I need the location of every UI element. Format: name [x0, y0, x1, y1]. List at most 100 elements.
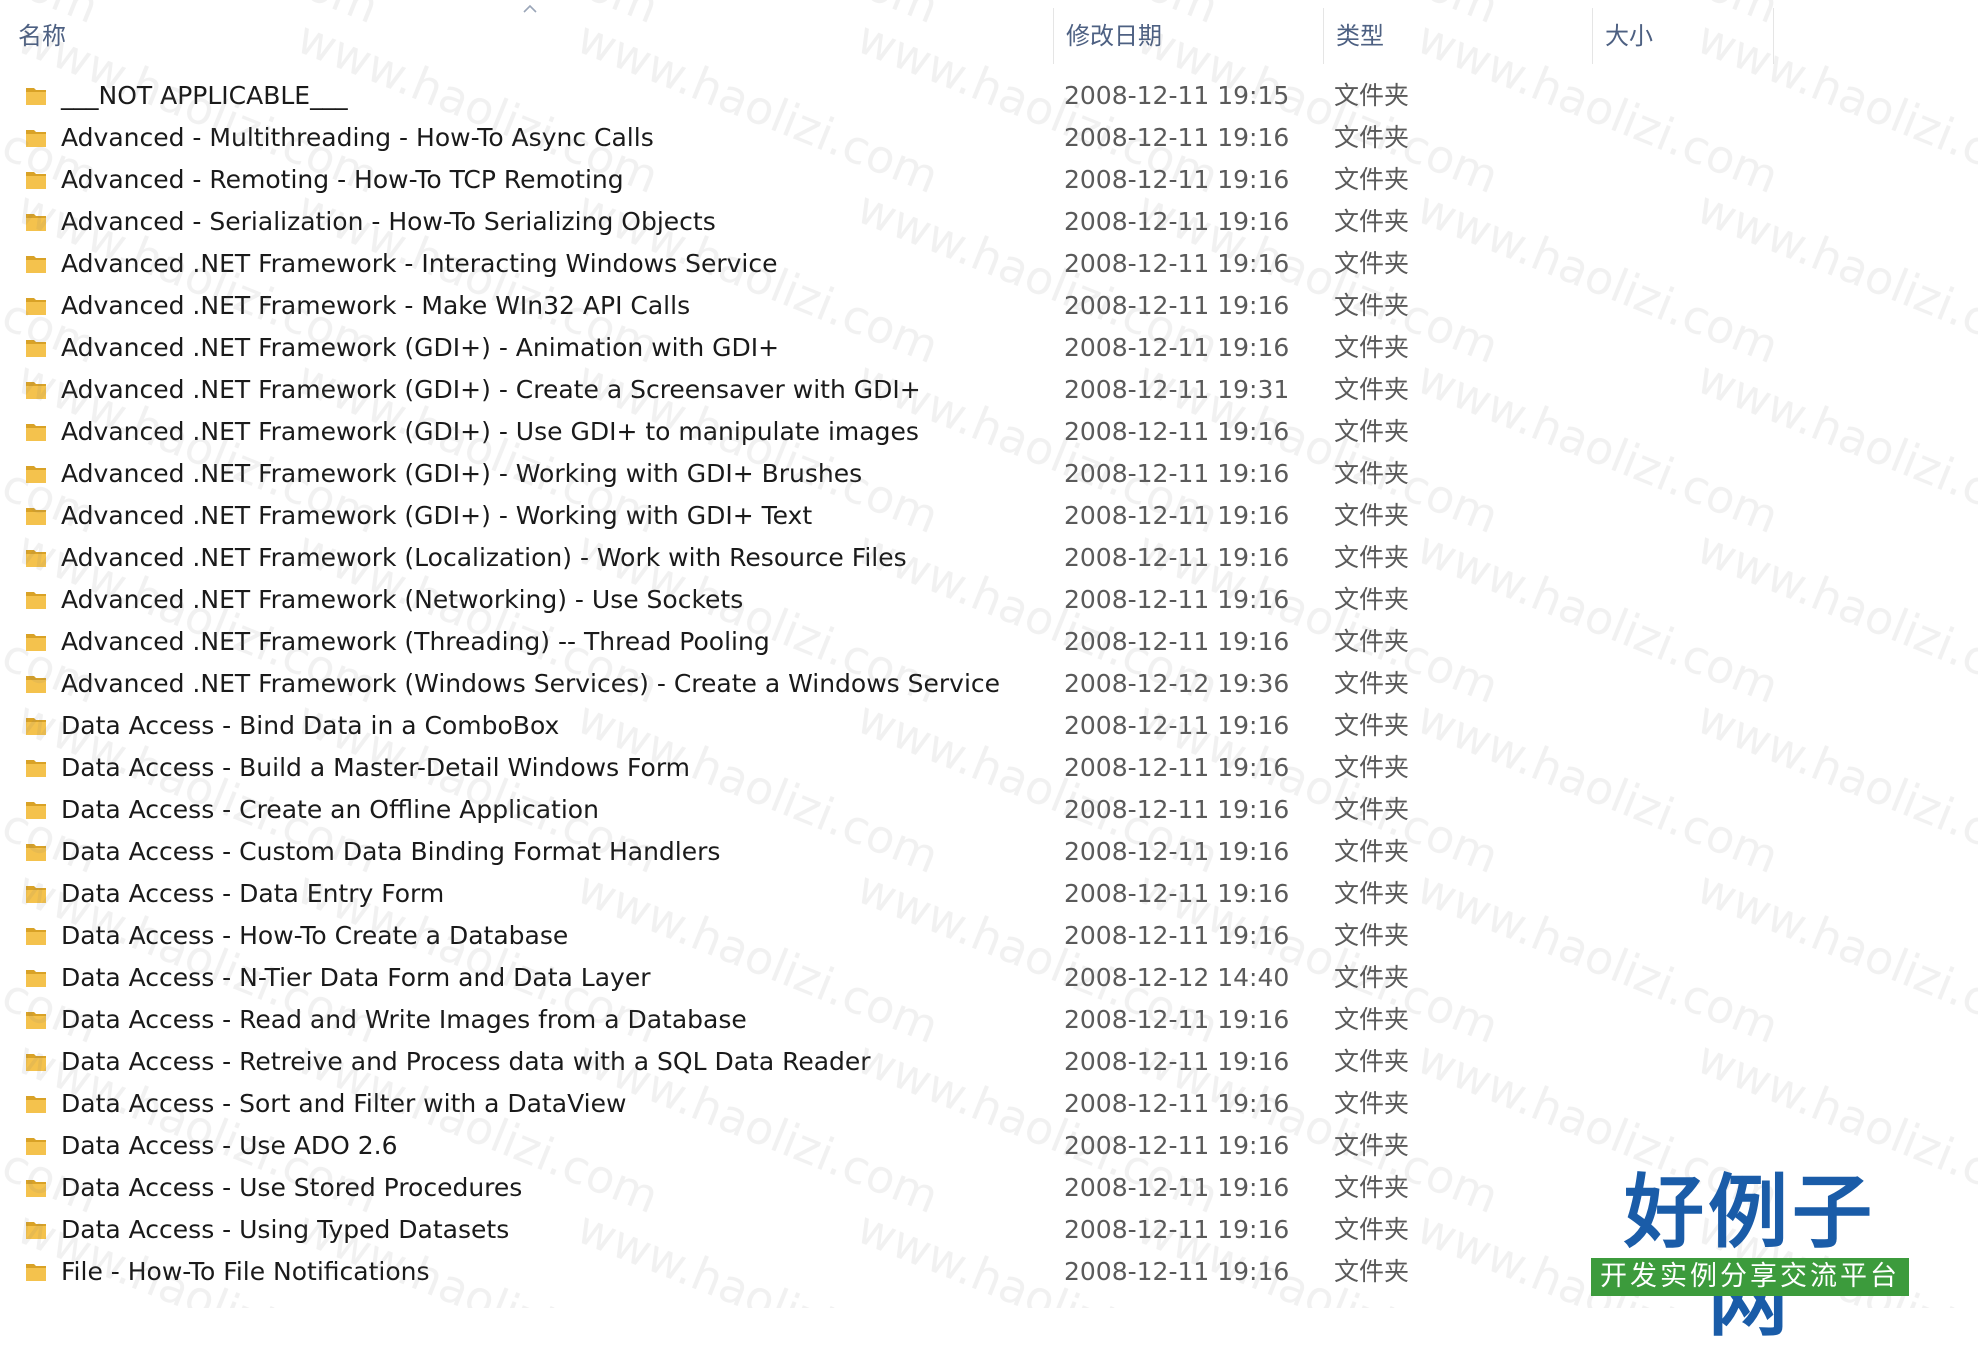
file-row[interactable]: ___NOT APPLICABLE___ 2008-12-11 19:15 文件夹 — [0, 75, 1978, 117]
file-row[interactable]: Advanced .NET Framework (Threading) -- T… — [0, 621, 1978, 663]
file-name[interactable]: Data Access - N-Tier Data Form and Data … — [61, 957, 651, 999]
folder-icon — [24, 1167, 54, 1209]
file-name[interactable]: File - How-To File Notifications — [61, 1251, 430, 1293]
file-name[interactable]: Data Access - Build a Master-Detail Wind… — [61, 747, 690, 789]
file-name[interactable]: ___NOT APPLICABLE___ — [61, 75, 348, 117]
file-name[interactable]: Data Access - Retreive and Process data … — [61, 1041, 871, 1083]
file-name[interactable]: Advanced - Multithreading - How-To Async… — [61, 117, 654, 159]
column-divider[interactable] — [1773, 8, 1774, 64]
file-name[interactable]: Data Access - Bind Data in a ComboBox — [61, 705, 559, 747]
file-name[interactable]: Advanced .NET Framework (Localization) -… — [61, 537, 907, 579]
file-date-modified: 2008-12-12 19:36 — [1064, 669, 1290, 698]
file-type: 文件夹 — [1334, 921, 1410, 950]
folder-icon — [24, 1125, 54, 1167]
file-row[interactable]: Data Access - Read and Write Images from… — [0, 999, 1978, 1041]
file-type: 文件夹 — [1334, 1047, 1410, 1076]
file-row[interactable]: Data Access - Custom Data Binding Format… — [0, 831, 1978, 873]
folder-icon — [24, 117, 54, 159]
file-row[interactable]: Data Access - Sort and Filter with a Dat… — [0, 1083, 1978, 1125]
file-name[interactable]: Data Access - Using Typed Datasets — [61, 1209, 509, 1251]
folder-icon — [24, 957, 54, 999]
file-row[interactable]: Advanced .NET Framework (Localization) -… — [0, 537, 1978, 579]
file-date-modified: 2008-12-11 19:16 — [1064, 921, 1290, 950]
file-date-modified: 2008-12-11 19:16 — [1064, 585, 1290, 614]
file-date-modified: 2008-12-11 19:16 — [1064, 1047, 1290, 1076]
file-name[interactable]: Data Access - Custom Data Binding Format… — [61, 831, 720, 873]
folder-icon — [24, 999, 54, 1041]
file-row[interactable]: Data Access - Build a Master-Detail Wind… — [0, 747, 1978, 789]
file-type: 文件夹 — [1334, 1173, 1410, 1202]
file-type: 文件夹 — [1334, 669, 1410, 698]
file-row[interactable]: Advanced - Remoting - How-To TCP Remotin… — [0, 159, 1978, 201]
file-name[interactable]: Data Access - Data Entry Form — [61, 873, 444, 915]
file-type: 文件夹 — [1334, 627, 1410, 656]
file-name[interactable]: Advanced .NET Framework (GDI+) - Animati… — [61, 327, 779, 369]
file-name[interactable]: Data Access - How-To Create a Database — [61, 915, 568, 957]
folder-icon — [24, 159, 54, 201]
folder-icon — [24, 579, 54, 621]
file-row[interactable]: Data Access - Data Entry Form 2008-12-11 … — [0, 873, 1978, 915]
column-header: 名称 修改日期 类型 大小 — [0, 0, 1978, 72]
column-header-date-modified[interactable]: 修改日期 — [1048, 0, 1323, 72]
file-name[interactable]: Advanced .NET Framework (GDI+) - Create … — [61, 369, 921, 411]
file-date-modified: 2008-12-11 19:16 — [1064, 459, 1290, 488]
file-name[interactable]: Data Access - Sort and Filter with a Dat… — [61, 1083, 626, 1125]
file-type: 文件夹 — [1334, 753, 1410, 782]
file-type: 文件夹 — [1334, 795, 1410, 824]
file-row[interactable]: Data Access - Retreive and Process data … — [0, 1041, 1978, 1083]
file-type: 文件夹 — [1334, 501, 1410, 530]
file-row[interactable]: Advanced .NET Framework (GDI+) - Working… — [0, 453, 1978, 495]
file-row[interactable]: Advanced .NET Framework - Make WIn32 API… — [0, 285, 1978, 327]
file-name[interactable]: Advanced .NET Framework - Make WIn32 API… — [61, 285, 690, 327]
column-header-type[interactable]: 类型 — [1318, 0, 1588, 72]
file-name[interactable]: Advanced .NET Framework (Threading) -- T… — [61, 621, 770, 663]
file-type: 文件夹 — [1334, 165, 1410, 194]
file-row[interactable]: Data Access - Create an Offline Applicat… — [0, 789, 1978, 831]
file-name[interactable]: Advanced - Serialization - How-To Serial… — [61, 201, 716, 243]
file-row[interactable]: Advanced .NET Framework (GDI+) - Use GDI… — [0, 411, 1978, 453]
file-date-modified: 2008-12-11 19:16 — [1064, 1005, 1290, 1034]
file-name[interactable]: Advanced .NET Framework - Interacting Wi… — [61, 243, 778, 285]
file-date-modified: 2008-12-11 19:16 — [1064, 1257, 1290, 1286]
file-date-modified: 2008-12-11 19:16 — [1064, 249, 1290, 278]
file-name[interactable]: Data Access - Use ADO 2.6 — [61, 1125, 398, 1167]
file-type: 文件夹 — [1334, 963, 1410, 992]
file-date-modified: 2008-12-11 19:16 — [1064, 1089, 1290, 1118]
file-name[interactable]: Advanced .NET Framework (Networking) - U… — [61, 579, 743, 621]
file-row[interactable]: Advanced .NET Framework (Networking) - U… — [0, 579, 1978, 621]
file-row[interactable]: Advanced - Serialization - How-To Serial… — [0, 201, 1978, 243]
file-date-modified: 2008-12-11 19:16 — [1064, 333, 1290, 362]
file-row[interactable]: Advanced - Multithreading - How-To Async… — [0, 117, 1978, 159]
file-name[interactable]: Advanced .NET Framework (GDI+) - Working… — [61, 453, 862, 495]
file-row[interactable]: Data Access - Use ADO 2.6 2008-12-11 19:1… — [0, 1125, 1978, 1167]
file-date-modified: 2008-12-11 19:16 — [1064, 501, 1290, 530]
file-date-modified: 2008-12-12 14:40 — [1064, 963, 1290, 992]
file-row[interactable]: Data Access - Bind Data in a ComboBox 200… — [0, 705, 1978, 747]
file-name[interactable]: Advanced .NET Framework (GDI+) - Working… — [61, 495, 812, 537]
file-name[interactable]: Data Access - Create an Offline Applicat… — [61, 789, 599, 831]
file-type: 文件夹 — [1334, 543, 1410, 572]
file-row[interactable]: Advanced .NET Framework (GDI+) - Animati… — [0, 327, 1978, 369]
folder-icon — [24, 495, 54, 537]
folder-icon — [24, 831, 54, 873]
file-date-modified: 2008-12-11 19:31 — [1064, 375, 1290, 404]
column-header-size-label: 大小 — [1605, 22, 1653, 50]
file-row[interactable]: Advanced .NET Framework (GDI+) - Working… — [0, 495, 1978, 537]
file-name[interactable]: Advanced .NET Framework (GDI+) - Use GDI… — [61, 411, 919, 453]
file-name[interactable]: Advanced .NET Framework (Windows Service… — [61, 663, 1000, 705]
file-row[interactable]: Advanced .NET Framework - Interacting Wi… — [0, 243, 1978, 285]
file-date-modified: 2008-12-11 19:16 — [1064, 543, 1290, 572]
column-header-size[interactable]: 大小 — [1587, 0, 1775, 72]
file-row[interactable]: Data Access - How-To Create a Database 20… — [0, 915, 1978, 957]
file-type: 文件夹 — [1334, 81, 1410, 110]
file-row[interactable]: Advanced .NET Framework (GDI+) - Create … — [0, 369, 1978, 411]
file-date-modified: 2008-12-11 19:16 — [1064, 837, 1290, 866]
file-date-modified: 2008-12-11 19:16 — [1064, 165, 1290, 194]
file-name[interactable]: Data Access - Read and Write Images from… — [61, 999, 747, 1041]
file-row[interactable]: Advanced .NET Framework (Windows Service… — [0, 663, 1978, 705]
file-row[interactable]: Data Access - N-Tier Data Form and Data … — [0, 957, 1978, 999]
file-type: 文件夹 — [1334, 1089, 1410, 1118]
file-name[interactable]: Advanced - Remoting - How-To TCP Remotin… — [61, 159, 624, 201]
file-name[interactable]: Data Access - Use Stored Procedures — [61, 1167, 522, 1209]
file-date-modified: 2008-12-11 19:16 — [1064, 417, 1290, 446]
